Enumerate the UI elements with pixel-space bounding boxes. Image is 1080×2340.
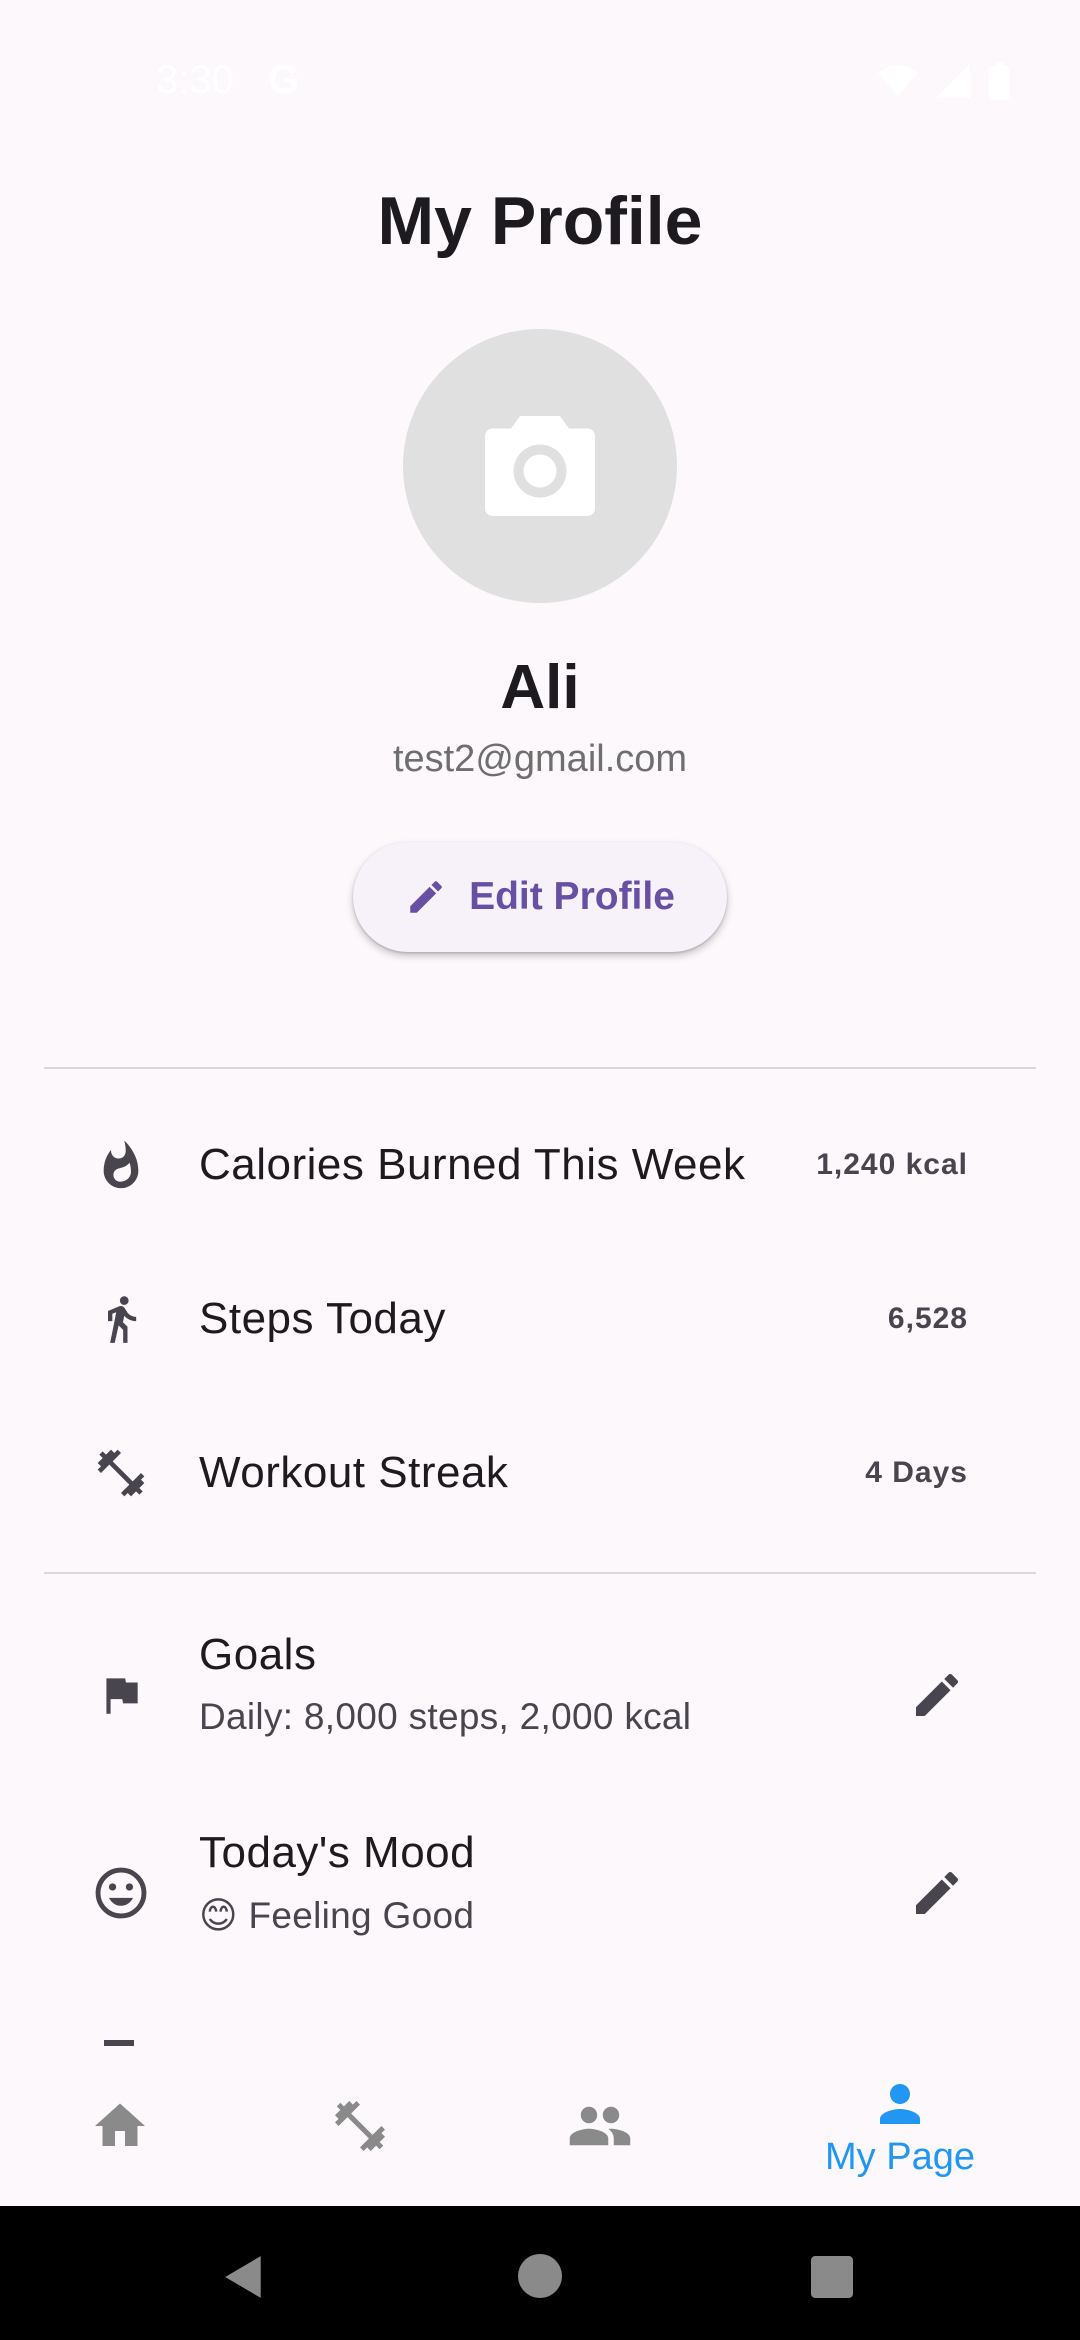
home-icon — [95, 2103, 145, 2146]
edit-mood-button[interactable] — [906, 1862, 968, 1924]
nav-label-my-page: My Page — [825, 2135, 975, 2178]
wifi-icon — [878, 65, 918, 96]
bottom-nav: My Page — [0, 2046, 1080, 2206]
stat-row-steps: Steps Today 6,528 — [0, 1264, 1080, 1374]
avatar[interactable] — [403, 329, 677, 603]
dumbbell-icon — [335, 2101, 385, 2151]
list-item-mood[interactable]: Today's Mood 😊 Feeling Good — [0, 1818, 1080, 1968]
list-item-title: Goals — [199, 1630, 317, 1679]
pencil-icon — [410, 881, 442, 913]
system-nav-bar — [0, 2206, 1080, 2340]
recents-icon[interactable] — [810, 2256, 854, 2298]
nav-my-page[interactable]: My Page — [780, 2046, 1020, 2206]
list-item-title: Today's Mood — [199, 1828, 476, 1877]
person-icon — [880, 2083, 920, 2124]
signal-icon — [936, 64, 970, 98]
flag-icon — [90, 1664, 152, 1726]
stat-value: 6,528 — [887, 1302, 968, 1335]
status-indicator: G — [268, 58, 300, 102]
nav-workout[interactable] — [240, 2046, 480, 2206]
stat-value: 4 Days — [865, 1456, 968, 1489]
walking-icon — [90, 1288, 152, 1350]
list-item-subtitle: 😊 Feeling Good — [199, 1895, 475, 1936]
stat-value: 1,240 kcal — [816, 1148, 968, 1181]
smiley-icon — [90, 1862, 152, 1924]
list-item-subtitle: Daily: 8,000 steps, 2,000 kcal — [199, 1696, 692, 1737]
back-icon[interactable] — [222, 2254, 266, 2300]
camera-icon — [485, 416, 595, 516]
divider — [44, 1572, 1036, 1574]
stat-label: Workout Streak — [199, 1448, 509, 1497]
list-item-goals[interactable]: Goals Daily: 8,000 steps, 2,000 kcal — [0, 1620, 1080, 1770]
edit-goals-button[interactable] — [906, 1664, 968, 1726]
stat-label: Calories Burned This Week — [199, 1140, 746, 1189]
divider — [44, 1067, 1036, 1069]
edit-profile-label: Edit Profile — [469, 875, 675, 918]
dumbbell-icon — [90, 1442, 152, 1504]
nav-community[interactable] — [480, 2046, 720, 2206]
stat-row-streak: Workout Streak 4 Days — [0, 1418, 1080, 1528]
user-name: Ali — [500, 653, 580, 722]
home-circle-icon[interactable] — [518, 2254, 562, 2298]
user-email: test2@gmail.com — [392, 738, 688, 780]
status-icons — [878, 62, 1010, 100]
pencil-icon — [916, 1673, 959, 1716]
nav-home[interactable] — [0, 2046, 240, 2206]
flame-icon — [90, 1134, 152, 1196]
status-bar: 3:30 G — [0, 0, 1080, 102]
stat-label: Steps Today — [199, 1294, 446, 1343]
page-title: My Profile — [377, 183, 703, 259]
edit-profile-button[interactable]: Edit Profile — [353, 842, 727, 952]
battery-icon — [988, 62, 1010, 100]
pencil-icon — [916, 1871, 959, 1914]
people-icon — [569, 2106, 631, 2146]
status-time: 3:30 — [156, 58, 234, 102]
stat-row-calories: Calories Burned This Week 1,240 kcal — [0, 1110, 1080, 1220]
